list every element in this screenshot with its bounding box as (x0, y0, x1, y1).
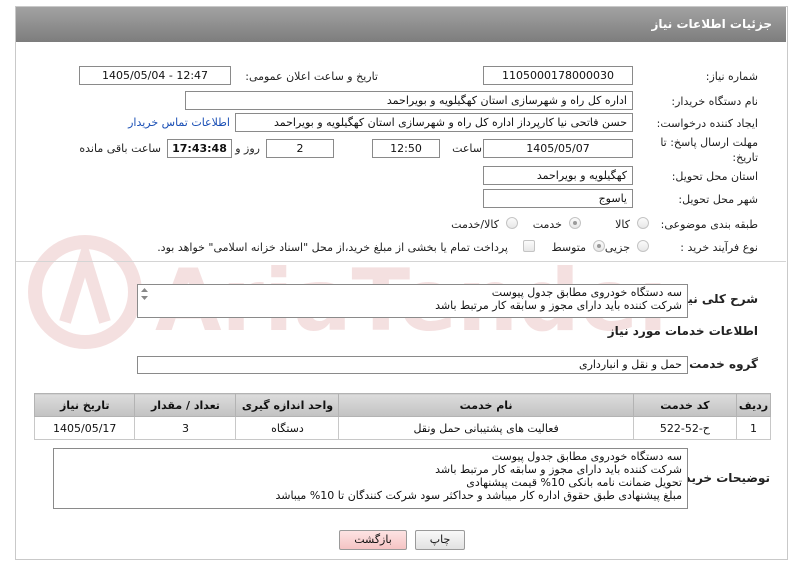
col-qty: تعداد / مقدار (134, 393, 237, 417)
services-section-title: اطلاعات خدمات مورد نیاز (607, 324, 758, 338)
buyer-org-label: نام دستگاه خریدار: (671, 95, 758, 108)
category-radio-service[interactable] (569, 217, 581, 229)
cell-qty: 3 (134, 416, 237, 440)
remaining-label: ساعت باقی مانده (79, 142, 161, 155)
table-header-row: تاریخ نیاز تعداد / مقدار واحد اندازه گیر… (33, 393, 771, 417)
col-index: ردیف (736, 393, 771, 417)
days-field[interactable]: 2 (266, 139, 334, 158)
col-unit: واحد اندازه گیری (235, 393, 340, 417)
col-date: تاریخ نیاز (33, 393, 136, 417)
back-button[interactable]: بازگشت (339, 530, 407, 550)
treasury-checkbox[interactable] (523, 240, 535, 252)
payment-note: پرداخت تمام یا بخشی از مبلغ خرید،از محل … (157, 241, 508, 254)
process-option-medium: متوسط (551, 241, 586, 254)
need-number-label: شماره نیاز: (705, 70, 758, 83)
notes-line: تحویل ضمانت نامه بانکی 10% قیمت پیشنهادی (466, 476, 682, 489)
services-table: تاریخ نیاز تعداد / مقدار واحد اندازه گیر… (33, 393, 771, 440)
cell-index: 1 (736, 416, 771, 440)
province-label: استان محل تحویل: (671, 170, 758, 183)
time-label: ساعت (452, 142, 482, 155)
col-service-code: کد خدمت (632, 393, 738, 417)
remaining-time-field[interactable]: 17:43:48 (167, 139, 232, 158)
requester-label: ایجاد کننده درخواست: (656, 117, 758, 130)
page-header: جزئیات اطلاعات نیاز (16, 7, 786, 42)
notes-line: سه دستگاه خودروی مطابق جدول پیوست (491, 450, 682, 463)
cell-service-code: ح-52-522 (632, 416, 738, 440)
page-title: جزئیات اطلاعات نیاز (651, 17, 772, 31)
summary-line: سه دستگاه خودروی مطابق جدول پیوست (491, 286, 682, 299)
announce-field[interactable]: 1405/05/04 - 12:47 (79, 66, 231, 85)
requester-field[interactable]: حسن فاتحی نیا کارپرداز اداره کل راه و شه… (235, 113, 633, 132)
category-label: طبقه بندی موضوعی: (660, 218, 758, 231)
print-button[interactable]: چاپ (415, 530, 465, 550)
category-option-goods: کالا (615, 218, 630, 231)
process-option-minor: جزیی (604, 241, 630, 254)
days-label: روز و (235, 142, 260, 155)
deadline-time-field[interactable]: 12:50 (372, 139, 440, 158)
textarea-scroll-arrows-icon[interactable] (140, 287, 149, 301)
process-label: نوع فرآیند خرید : (680, 241, 758, 254)
announce-label: تاریخ و ساعت اعلان عمومی: (245, 70, 378, 83)
buyer-notes-textarea[interactable]: سه دستگاه خودروی مطابق جدول پیوست شرکت ک… (53, 448, 688, 509)
summary-textarea[interactable]: سه دستگاه خودروی مطابق جدول پیوست شرکت ک… (137, 284, 688, 318)
deadline-label: مهلت ارسال پاسخ: تا (660, 136, 758, 149)
city-label: شهر محل تحویل: (678, 193, 758, 206)
notes-line: مبلغ پیشنهادی طبق حقوق اداره کار میباشد … (275, 489, 682, 502)
need-number-field[interactable]: 1105000178000030 (483, 66, 633, 85)
buyer-contact-link[interactable]: اطلاعات تماس خریدار (128, 116, 230, 129)
summary-line: شرکت کننده باید دارای مجوز و سابقه کار م… (435, 299, 682, 312)
process-radio-minor[interactable] (637, 240, 649, 252)
category-option-goods-service: کالا/خدمت (451, 218, 499, 231)
process-radio-medium[interactable] (593, 240, 605, 252)
table-row[interactable]: 1405/05/17 3 دستگاه فعالیت های پشتیبانی … (33, 416, 771, 440)
notes-line: شرکت کننده باید دارای مجوز و سابقه کار م… (435, 463, 682, 476)
cell-date: 1405/05/17 (33, 416, 136, 440)
category-radio-goods-service[interactable] (506, 217, 518, 229)
deadline-label-date: تاریخ: (732, 151, 758, 164)
province-field[interactable]: کهگیلویه و بویراحمد (483, 166, 633, 185)
deadline-date-field[interactable]: 1405/05/07 (483, 139, 633, 158)
section-divider (16, 261, 786, 262)
col-service-name: نام خدمت (338, 393, 634, 417)
buyer-org-field[interactable]: اداره کل راه و شهرسازی استان کهگیلویه و … (185, 91, 633, 110)
cell-service-name: فعالیت های پشتیبانی حمل ونقل (338, 416, 634, 440)
city-field[interactable]: یاسوج (483, 189, 633, 208)
service-group-field[interactable]: حمل و نقل و انبارداری (137, 356, 688, 374)
category-radio-goods[interactable] (637, 217, 649, 229)
cell-unit: دستگاه (235, 416, 340, 440)
category-option-service: خدمت (532, 218, 562, 231)
service-group-label: گروه خدمت: (684, 357, 758, 371)
